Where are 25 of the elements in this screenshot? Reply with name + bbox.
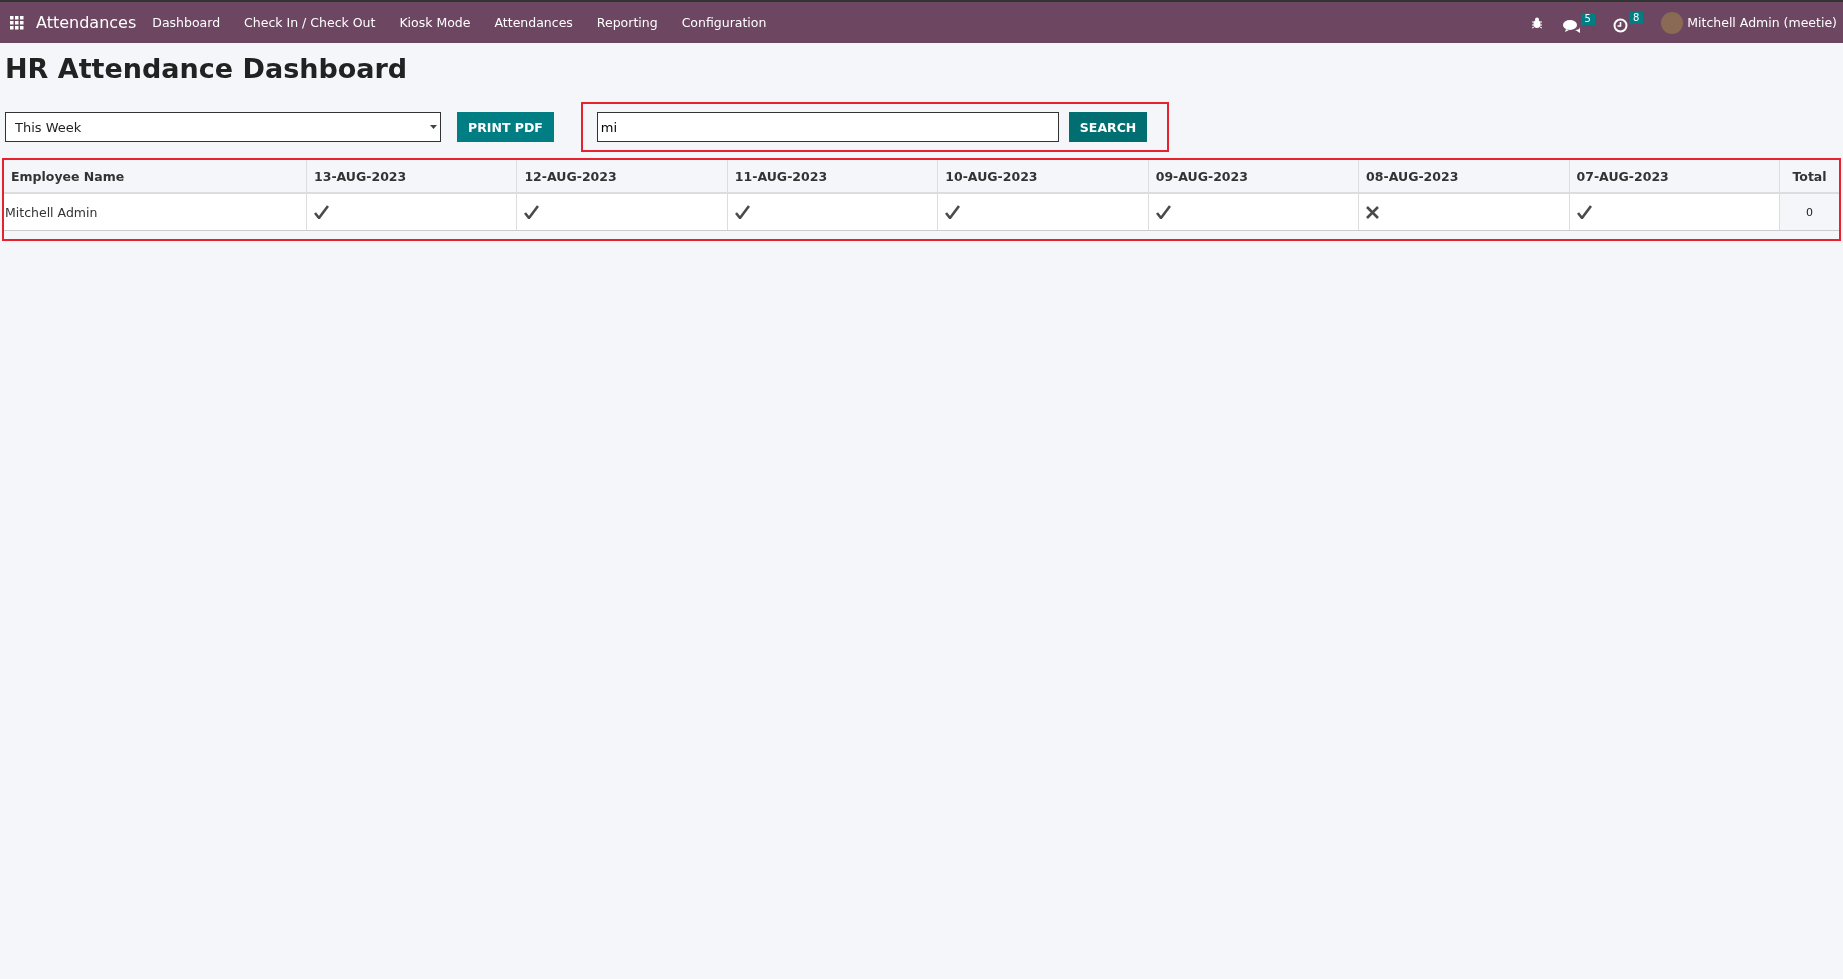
count-badge: 5: [1580, 12, 1595, 25]
table-cell: 0: [1779, 193, 1839, 231]
menu-item[interactable]: Dashboard: [152, 15, 221, 30]
period-select[interactable]: This Week: [5, 112, 441, 142]
grid-icon: [10, 15, 24, 30]
clock-icon: [1612, 18, 1628, 33]
menu-item[interactable]: Kiosk Mode: [399, 15, 471, 30]
activities-button[interactable]: 8: [1610, 12, 1646, 33]
print-pdf-button[interactable]: PRINT PDF: [457, 112, 554, 142]
menu-item[interactable]: Check In / Check Out: [244, 15, 376, 30]
caret-icon: [430, 125, 437, 129]
page-title: HR Attendance Dashboard: [5, 53, 409, 84]
menu-item[interactable]: Configuration: [681, 15, 767, 30]
menu-item[interactable]: Attendances: [494, 15, 573, 30]
user-menu[interactable]: Mitchell Admin (meetie): [1661, 11, 1837, 34]
chat-icon: [1562, 18, 1580, 33]
search-button[interactable]: SEARCH: [1068, 112, 1148, 142]
app-name[interactable]: Attendances: [36, 13, 137, 32]
table-cell: Mitchell Admin: [4, 193, 307, 231]
menu-item[interactable]: Reporting: [596, 15, 658, 30]
messages-button[interactable]: 5: [1560, 12, 1597, 33]
search-field[interactable]: mi: [596, 112, 1059, 142]
bug-icon: [1530, 16, 1543, 29]
count-badge: 8: [1628, 12, 1644, 24]
avatar: [1661, 11, 1684, 34]
